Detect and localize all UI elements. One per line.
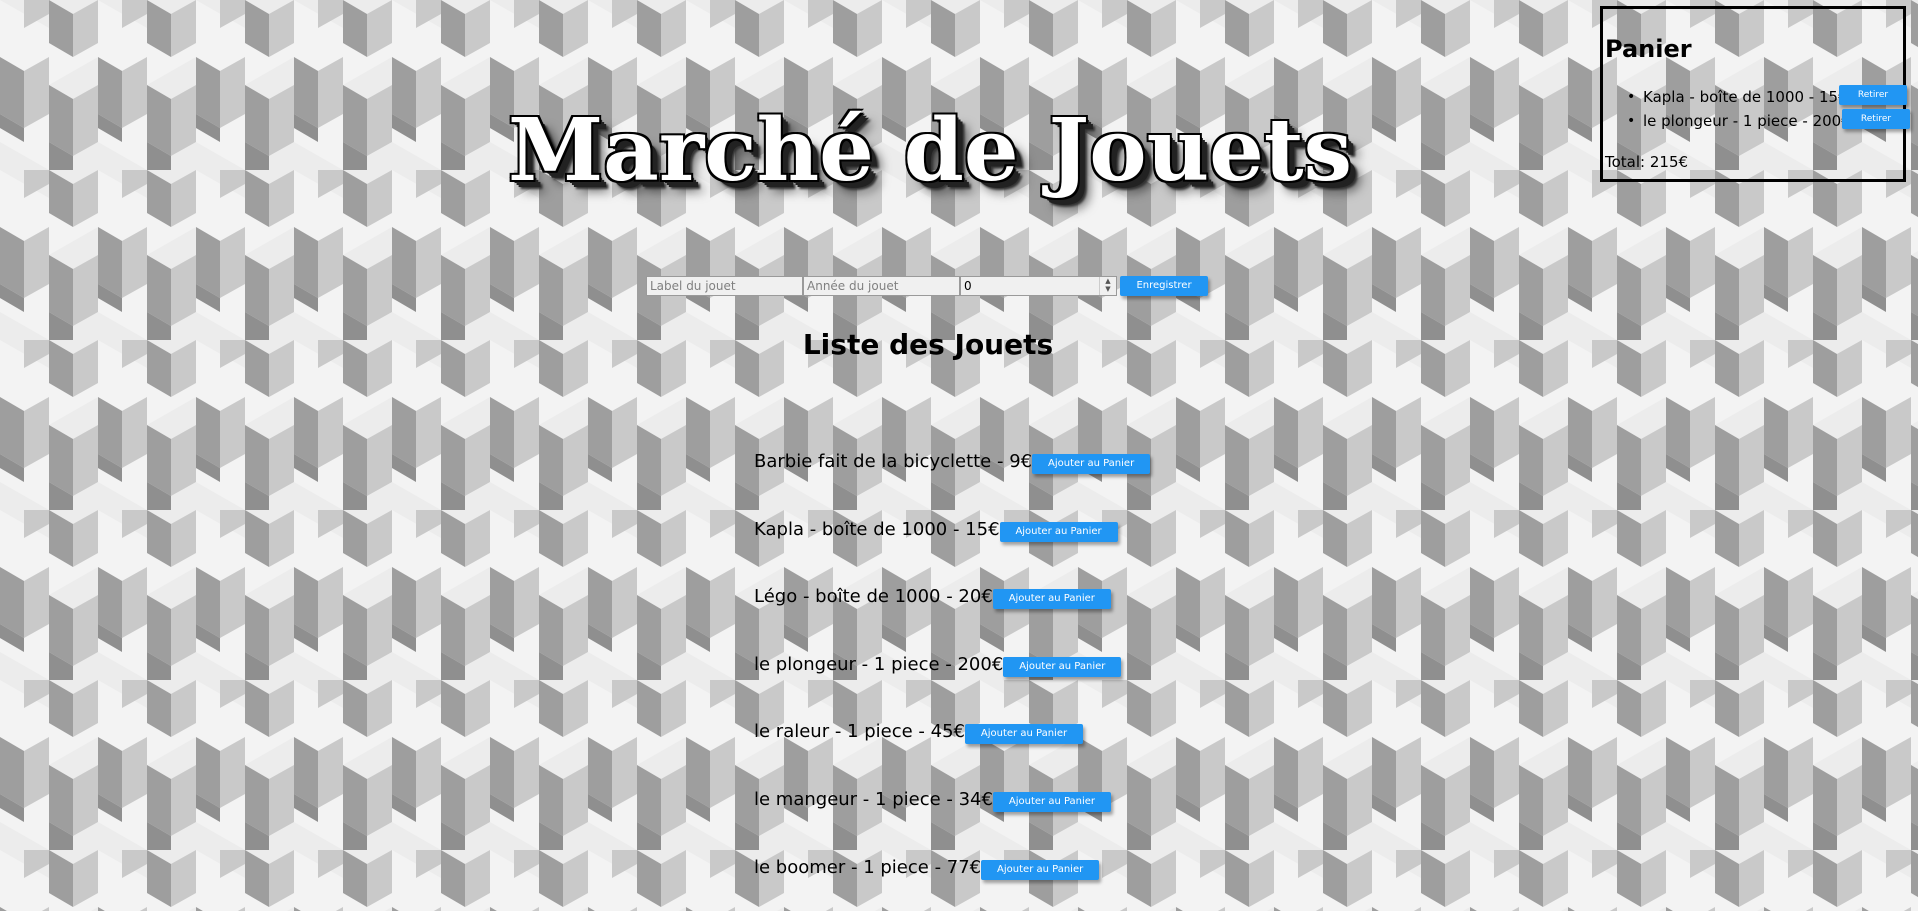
toy-list-heading: Liste des Jouets (802, 328, 1054, 361)
bullet-icon: • (1627, 89, 1636, 105)
toy-text: le boomer - 1 piece - 77€ (754, 856, 982, 878)
remove-button[interactable]: Retirer (1839, 85, 1907, 105)
add-to-cart-button[interactable]: Ajouter au Panier (965, 724, 1083, 745)
toy-text: Légo - boîte de 1000 - 20€ (754, 586, 993, 608)
cart-heading: Panier (1605, 35, 1692, 63)
add-to-cart-button[interactable]: Ajouter au Panier (999, 521, 1118, 542)
add-to-cart-button[interactable]: Ajouter au Panier (992, 791, 1111, 812)
toy-year-input[interactable] (803, 276, 960, 296)
list-item: le plongeur - 1 piece - 200€ Ajouter au P… (754, 651, 1150, 719)
cart-item-text: Kapla - boîte de 1000 - 15€ (1643, 88, 1848, 106)
add-to-cart-button[interactable]: Ajouter au Panier (1003, 656, 1122, 677)
page-title: Marché de Jouets (507, 100, 1352, 201)
list-item: Barbie fait de la bicyclette - 9€ Ajouter… (754, 448, 1151, 516)
add-to-cart-button[interactable]: Ajouter au Panier (981, 859, 1100, 880)
toy-text: Barbie fait de la bicyclette - 9€ (754, 451, 1033, 472)
toy-label-input[interactable] (646, 276, 803, 296)
toy-list: Barbie fait de la bicyclette - 9€ Ajouter… (754, 448, 1151, 911)
list-item: le raleur - 1 piece - 45€ Ajouter au Pani… (754, 718, 1150, 786)
list-item: le mangeur - 1 piece - 34€ Ajouter au Pan… (754, 786, 1150, 854)
list-item: Kapla - boîte de 1000 - 15€ Ajouter au Pa… (754, 516, 1150, 584)
spinner-arrows-icon[interactable]: ▲ ▼ (1099, 277, 1116, 295)
cart-item: • Kapla - boîte de 1000 - 15€ (1603, 85, 1851, 109)
toy-text: Kapla - boîte de 1000 - 15€ (754, 518, 1000, 540)
toy-price-input[interactable] (960, 276, 1117, 296)
add-to-cart-button[interactable]: Ajouter au Panier (992, 589, 1111, 610)
list-item: Légo - boîte de 1000 - 20€ Ajouter au Pan… (754, 583, 1150, 651)
toy-text: le raleur - 1 piece - 45€ (754, 721, 965, 743)
toy-text: le mangeur - 1 piece - 34€ (754, 788, 993, 810)
add-to-cart-button[interactable]: Ajouter au Panier (1032, 454, 1151, 474)
toy-text: le plongeur - 1 piece - 200€ (754, 653, 1004, 675)
save-button[interactable]: Enregistrer (1120, 276, 1208, 296)
list-item: le boomer - 1 piece - 77€ Ajouter au Pani… (754, 854, 1150, 911)
